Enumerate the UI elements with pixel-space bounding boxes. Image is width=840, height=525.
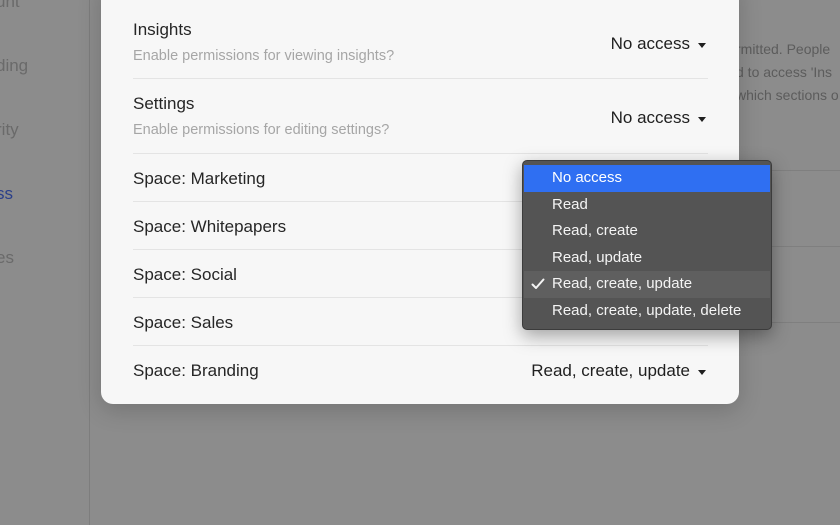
permission-dropdown-menu: No access Read Read, create Read, update…	[522, 160, 772, 330]
permission-description: Enable permissions for viewing insights?	[133, 48, 395, 64]
permission-title: Space: Branding	[133, 361, 259, 380]
permission-title: Insights	[133, 20, 192, 39]
sidebar-item-account: unt	[0, 0, 20, 11]
permission-row-space-branding: Space: Branding Read, create, update	[133, 346, 708, 398]
caret-down-icon	[698, 42, 706, 48]
permission-title: Space: Social	[133, 265, 237, 284]
checkmark-icon	[531, 278, 545, 289]
permission-title: Space: Sales	[133, 313, 234, 332]
menu-item-label: Read	[552, 195, 588, 213]
sidebar-item-branding: ding	[0, 56, 29, 75]
menu-item-read-create-update-delete[interactable]: Read, create, update, delete	[524, 298, 770, 325]
caret-down-icon	[698, 369, 706, 375]
menu-item-label: Read, update	[552, 248, 643, 266]
menu-item-label: Read, create, update	[552, 275, 693, 292]
select-value: No access	[610, 108, 690, 127]
permission-title: Space: Whitepapers	[133, 217, 287, 236]
permission-title: Space: Marketing	[133, 169, 266, 188]
select-value: Read, create, update	[531, 361, 690, 380]
menu-item-read-update[interactable]: Read, update	[524, 245, 770, 272]
menu-item-read-create-update[interactable]: Read, create, update	[524, 271, 770, 298]
caret-down-icon	[698, 116, 706, 122]
menu-item-label: Read, create, update, delete	[552, 301, 742, 319]
menu-item-read[interactable]: Read	[524, 192, 770, 219]
permission-select-insights[interactable]: No access	[611, 34, 706, 54]
permission-title: Settings	[133, 94, 195, 113]
sidebar-item-access: ss	[0, 184, 13, 203]
background-sidebar: unt ding rity ss es	[0, 0, 90, 525]
permission-select-settings[interactable]: No access	[611, 108, 706, 128]
permission-row-settings: Settings Enable permissions for editing …	[133, 79, 708, 154]
menu-item-no-access[interactable]: No access	[524, 165, 770, 192]
menu-item-label: No access	[552, 169, 623, 186]
permission-description: Enable permissions for editing settings?	[133, 122, 390, 138]
select-value: No access	[610, 34, 690, 53]
menu-item-label: Read, create	[552, 222, 638, 239]
permission-row-insights: Insights Enable permissions for viewing …	[133, 0, 708, 79]
sidebar-item-spaces: es	[0, 248, 14, 267]
background-text-line: d to access 'Ins	[736, 64, 833, 80]
menu-item-read-create[interactable]: Read, create	[524, 218, 770, 245]
background-text-line: rmitted. People	[736, 41, 831, 57]
permission-select-branding[interactable]: Read, create, update	[531, 361, 706, 381]
sidebar-item-security: rity	[0, 120, 19, 139]
background-text-line: which sections o	[736, 87, 839, 103]
